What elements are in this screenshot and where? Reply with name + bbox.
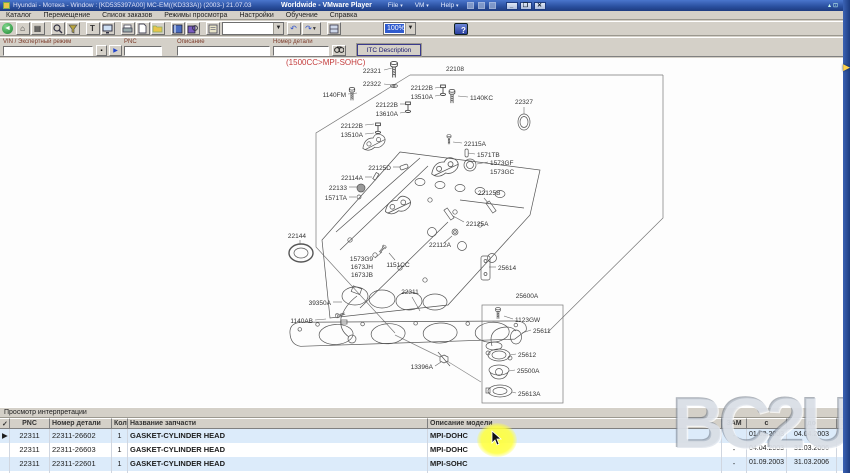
part-number-label[interactable]: 22125D — [368, 165, 391, 172]
table-cell: ▶ — [0, 429, 10, 443]
part-number-label[interactable]: 39350A — [309, 300, 332, 307]
column-header[interactable]: Номер детали — [50, 418, 112, 429]
part-number-label[interactable]: 22122B — [411, 85, 433, 92]
part-number-label[interactable]: 22125A — [466, 221, 489, 228]
label-leader-line — [384, 84, 392, 85]
table-cell: GASKET-CYLINDER HEAD — [128, 457, 428, 471]
label-leader-line — [453, 216, 464, 222]
table-cell: 22311-26602 — [50, 429, 112, 443]
part-number-label[interactable]: 22114A — [341, 175, 364, 182]
label-leader-line — [365, 133, 374, 134]
part-number-label[interactable]: 22321 — [363, 68, 381, 75]
label-leader-line — [510, 354, 516, 355]
part-number-label[interactable]: 22122B — [341, 123, 363, 130]
diagram-artwork — [289, 61, 663, 403]
column-header[interactable]: Кол — [112, 418, 128, 429]
part-number-label[interactable]: 22122B — [376, 102, 398, 109]
table-cell — [0, 457, 10, 471]
watermark: BC2U — [672, 388, 848, 460]
part-number-label[interactable]: 22311 — [401, 289, 419, 296]
label-leader-line — [365, 124, 374, 125]
part-number-label[interactable]: 1573G9 — [350, 256, 374, 263]
part-number-label[interactable]: 25600A — [516, 293, 539, 300]
table-cell: GASKET-CYLINDER HEAD — [128, 429, 428, 443]
part-number-label[interactable]: 25614 — [498, 265, 516, 272]
part-number-label[interactable]: 22112A — [429, 242, 452, 249]
variant-label[interactable]: (1500CC>MPI-SOHC) — [286, 58, 366, 67]
part-number-label[interactable]: 22108 — [446, 66, 464, 73]
part-number-label[interactable]: 13510A — [411, 94, 434, 101]
table-cell — [0, 443, 10, 457]
part-number-label[interactable]: 13510A — [341, 132, 364, 139]
table-cell: 1 — [112, 429, 128, 443]
part-number-label[interactable]: 25611 — [533, 328, 551, 335]
part-number-label[interactable]: 22327 — [515, 99, 533, 106]
part-number-label[interactable]: 22133 — [329, 185, 347, 192]
label-leader-line — [400, 112, 406, 113]
part-number-label[interactable]: 1571TB — [477, 152, 500, 159]
label-leader-line — [458, 96, 468, 97]
part-number-label[interactable]: 1573GC — [490, 169, 515, 176]
label-leader-line — [512, 392, 516, 393]
label-leader-line — [384, 68, 392, 70]
label-leader-line — [435, 362, 441, 366]
part-number-label[interactable]: 1140AB — [290, 318, 313, 325]
label-leader-line — [468, 153, 475, 154]
part-number-label[interactable]: 22322 — [363, 81, 381, 88]
part-number-label[interactable]: 22115A — [464, 141, 487, 148]
next-page-arrow-icon[interactable]: ▶ — [843, 62, 850, 73]
part-number-label[interactable]: 25613A — [518, 391, 541, 398]
part-number-label[interactable]: 1140FM — [323, 92, 346, 99]
column-header[interactable]: PNC — [10, 418, 50, 429]
part-number-label[interactable]: 25500A — [517, 368, 540, 375]
vmware-player-window: Hyundai - Мотека - Window : [KD535397A00… — [0, 0, 850, 473]
part-number-label[interactable]: 25612 — [518, 352, 536, 359]
column-header[interactable]: Название запчасти — [128, 418, 428, 429]
part-number-label[interactable]: 22144 — [288, 233, 306, 240]
part-number-label[interactable]: 1151CC — [386, 262, 410, 269]
table-cell: 22311 — [10, 457, 50, 471]
label-leader-line — [389, 253, 395, 260]
table-cell: 1 — [112, 443, 128, 457]
part-number-label[interactable]: 1673JH — [351, 264, 374, 271]
part-number-label[interactable]: 13396A — [411, 364, 434, 371]
part-number-label[interactable]: 22125B — [478, 190, 500, 197]
part-number-label[interactable]: 1673JB — [351, 272, 373, 279]
label-leader-line — [453, 142, 462, 143]
table-cell: 22311-26603 — [50, 443, 112, 457]
table-cell: 22311 — [10, 443, 50, 457]
part-number-label[interactable]: 1573GF — [490, 160, 514, 167]
label-leader-line — [315, 319, 326, 320]
part-number-label[interactable]: 1123GW — [515, 317, 541, 324]
part-number-label[interactable]: 1140KC — [470, 95, 493, 102]
table-cell: GASKET-CYLINDER HEAD — [128, 443, 428, 457]
column-header[interactable]: ✓ — [0, 418, 10, 429]
part-number-label[interactable]: 1571TA — [325, 195, 348, 202]
label-leader-line — [504, 316, 513, 319]
parts-diagram[interactable]: (1500CC>MPI-SOHC)22321 22322 22108 1140FM 22… — [0, 0, 850, 408]
label-leader-line — [509, 370, 515, 371]
table-cell: 22311-22601 — [50, 457, 112, 471]
table-cell: 1 — [112, 457, 128, 471]
label-leader-line — [435, 95, 441, 96]
part-number-label[interactable]: 13610A — [376, 111, 399, 118]
table-cell: 22311 — [10, 429, 50, 443]
label-leader-line — [435, 87, 441, 88]
